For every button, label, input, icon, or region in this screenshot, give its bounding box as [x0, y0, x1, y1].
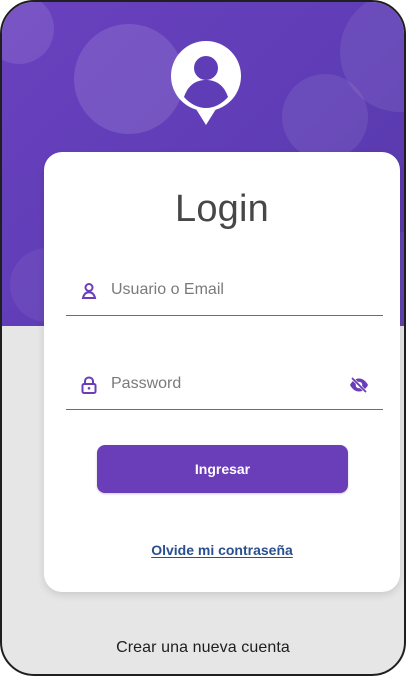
username-input[interactable]: [111, 272, 346, 308]
phone-screen: Login Usuario o Email Ingresar Olvide mi…: [0, 0, 406, 676]
lock-icon: [80, 376, 98, 394]
page-title: Login: [175, 188, 269, 230]
create-account-link[interactable]: Crear una nueva cuenta: [2, 639, 404, 657]
login-button[interactable]: Ingresar: [97, 445, 348, 493]
password-input[interactable]: [111, 366, 346, 402]
user-avatar-icon: [170, 40, 242, 126]
username-field[interactable]: [66, 272, 383, 316]
decorative-circle: [74, 24, 184, 134]
forgot-password-link[interactable]: Olvide mi contraseña: [44, 542, 400, 558]
login-card: Login Usuario o Email Ingresar Olvide mi…: [44, 152, 400, 592]
password-field[interactable]: [66, 366, 383, 410]
decorative-circle: [2, 2, 54, 64]
eye-off-icon[interactable]: [348, 374, 370, 396]
user-icon: [80, 282, 98, 300]
